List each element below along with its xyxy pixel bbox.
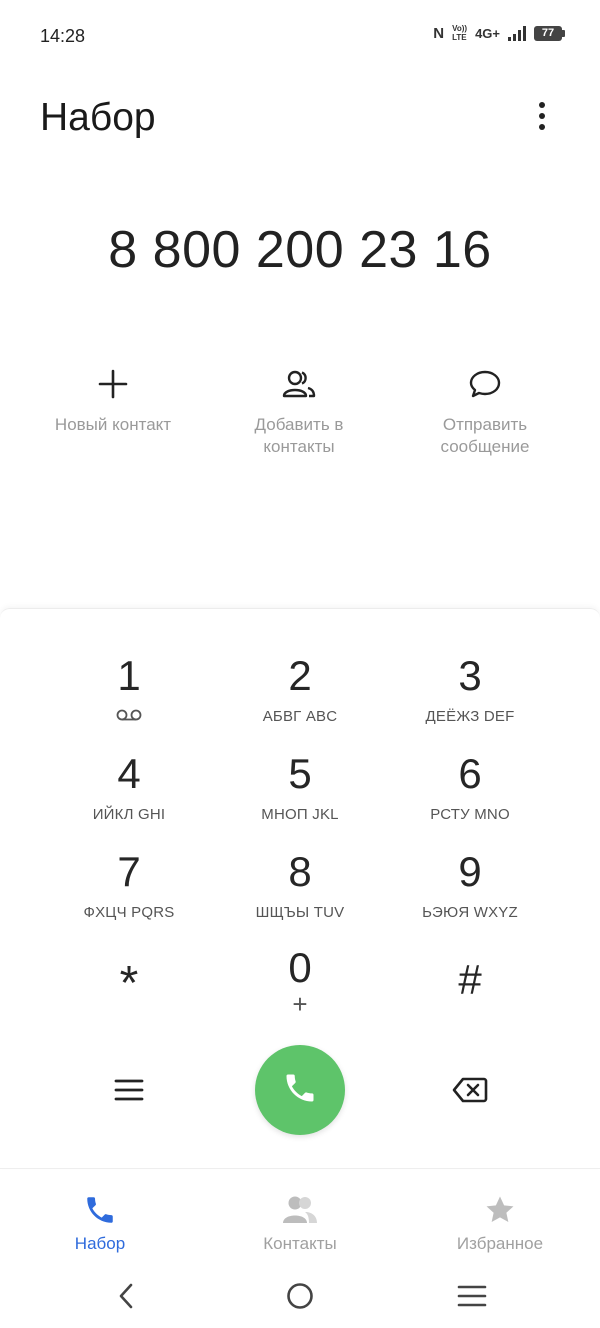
key-digit: 6 [458,750,482,797]
volte-icon: Vo)) LTE [452,24,467,42]
tab-dial[interactable]: Набор [20,1190,180,1254]
key-letters: ИЙКЛ GHI [92,806,166,823]
key-6[interactable]: 6 РСТУ MNO [385,750,555,842]
number-actions: Новый контакт Добавить в контакты Отправ… [0,362,600,472]
key-digit: # [458,956,482,1003]
key-digit: 0 [288,944,312,991]
network-type: 4G+ [475,25,500,41]
tab-favorites-label: Избранное [456,1234,544,1253]
voicemail-icon [115,708,143,728]
key-2[interactable]: 2 АБВГ ABC [215,652,385,744]
phone-icon [282,1070,318,1111]
key-letters: РСТУ MNO [430,806,510,823]
key-letters: ДЕЁЖЗ DEF [425,708,515,725]
more-options-button[interactable] [526,96,558,136]
key-digit: 3 [458,652,482,699]
volte-bottom-label: LTE [452,33,467,42]
key-letters: ЬЭЮЯ WXYZ [422,904,518,921]
volte-top-label: Vo)) [452,24,468,33]
key-digit: 8 [288,848,312,895]
key-letters: ШЩЪЫ TUV [255,904,345,921]
key-digit: 9 [458,848,482,895]
key-8[interactable]: 8 ШЩЪЫ TUV [215,848,385,940]
backspace-icon [452,1077,488,1108]
send-message-label: Отправить сообщение [440,415,530,456]
key-star[interactable]: * [44,958,214,1050]
people-icon [281,362,317,406]
key-hash[interactable]: # [385,956,555,1048]
tab-contacts[interactable]: Контакты [220,1190,380,1254]
dialed-number[interactable]: 8 800 200 23 16 [0,220,600,280]
page-title: Набор [40,96,156,139]
tab-favorites[interactable]: Избранное [420,1190,580,1254]
key-letters: ФХЦЧ PQRS [83,904,175,921]
chat-bubble-icon [468,362,502,406]
system-nav-bar [0,1276,600,1320]
more-vert-icon [539,102,545,108]
key-1[interactable]: 1 [44,652,214,744]
new-contact-label: Новый контакт [54,415,172,434]
hamburger-icon [457,1284,487,1313]
add-to-contacts-button[interactable]: Добавить в контакты [204,362,394,458]
star-icon [482,1190,518,1230]
chevron-left-icon [116,1282,136,1315]
status-time: 14:28 [40,26,86,46]
key-digit: 5 [288,750,312,797]
key-digit: 7 [117,848,141,895]
key-digit: * [119,957,139,1010]
key-9[interactable]: 9 ЬЭЮЯ WXYZ [385,848,555,940]
status-bar: 14:28 N Vo)) LTE 4G+ 77 [0,0,600,70]
tab-contacts-label: Контакты [263,1234,337,1253]
status-icons: N Vo)) LTE 4G+ 77 [433,24,565,42]
key-letters: АБВГ ABC [262,708,338,725]
call-button[interactable] [255,1045,345,1135]
key-4[interactable]: 4 ИЙКЛ GHI [44,750,214,842]
nav-divider [0,1168,600,1169]
key-3[interactable]: 3 ДЕЁЖЗ DEF [385,652,555,744]
key-digit: 2 [288,652,312,699]
signal-strength-icon [508,25,526,41]
key-digit: 1 [117,652,141,699]
contacts-icon [281,1190,319,1230]
new-contact-button[interactable]: Новый контакт [18,362,208,436]
key-0[interactable]: 0 + [215,944,385,1036]
phone-icon [83,1190,117,1230]
key-digit: 4 [117,750,141,797]
key-letters: МНОП JKL [261,806,339,823]
hamburger-icon [114,1078,144,1107]
key-letters: + [292,989,308,1019]
send-message-button[interactable]: Отправить сообщение [390,362,580,458]
system-recents-button[interactable] [450,1276,494,1320]
tab-dial-label: Набор [74,1234,126,1253]
battery-icon: 77 [534,25,565,41]
plus-icon [98,362,128,406]
key-7[interactable]: 7 ФХЦЧ PQRS [44,848,214,940]
dialpad-menu-button[interactable] [108,1072,150,1112]
system-back-button[interactable] [104,1276,148,1320]
bottom-nav: Набор Контакты Избранное [0,1190,600,1260]
system-home-button[interactable] [278,1276,322,1320]
add-to-contacts-label: Добавить в контакты [254,415,344,456]
backspace-button[interactable] [448,1072,492,1112]
key-5[interactable]: 5 МНОП JKL [215,750,385,842]
circle-home-icon [285,1281,315,1316]
nfc-icon: N [433,24,445,42]
